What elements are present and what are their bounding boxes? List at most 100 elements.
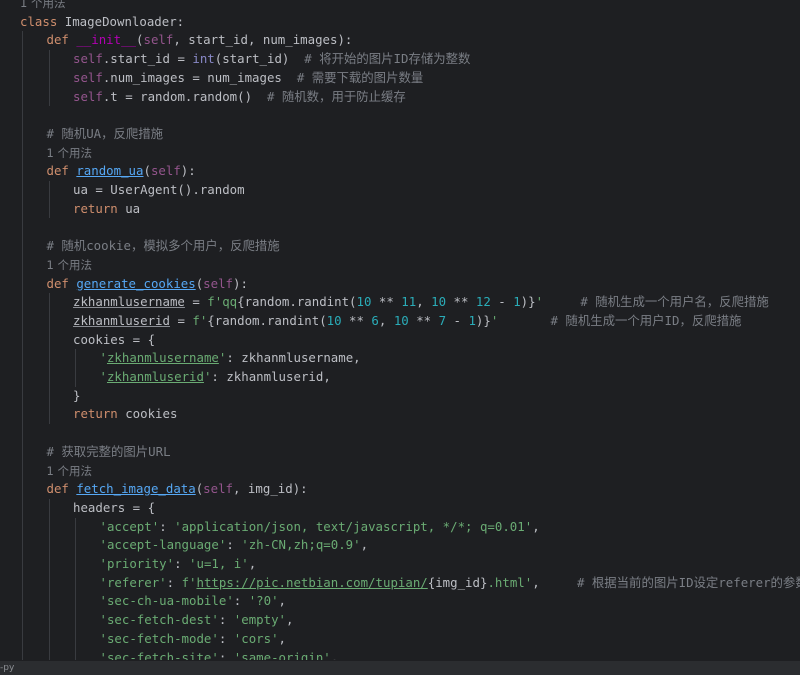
code-token: ImageDownloader [65,14,177,29]
code-token: ' [100,369,107,384]
code-token: self [73,70,103,85]
code-token: # 随机生成一个用户名，反爬措施 [580,294,768,309]
code-token: 6 [371,313,378,328]
code-token: # 需要下载的图片数量 [297,70,423,85]
code-line[interactable]: } [73,387,80,406]
code-line[interactable]: 'sec-ch-ua-mobile': '?0', [100,592,287,611]
code-token: : [174,556,189,571]
code-line[interactable]: 'sec-fetch-dest': 'empty', [100,611,294,630]
indent-guide [75,349,76,386]
code-token: f' [182,575,197,590]
code-line[interactable]: zkhanmluserid = f'{random.randint(10 ** … [73,312,741,331]
code-token: ** [409,313,439,328]
code-token: random_ua [76,163,143,178]
code-token: 10 [357,294,372,309]
code-line[interactable]: 'accept': 'application/json, text/javasc… [100,518,540,537]
code-editor[interactable]: 1 个用法class ImageDownloader:def __init__(… [0,0,800,660]
code-line[interactable]: def fetch_image_data(self, img_id): [47,480,308,499]
code-token: , [279,631,286,646]
code-line[interactable]: 'sec-fetch-mode': 'cors', [100,630,287,649]
indent-guide [49,293,50,424]
code-token: {random.randint( [207,313,326,328]
indent-guide [49,181,50,218]
code-token: .num_images = num_images [103,70,297,85]
code-token: 'u=1, i' [189,556,249,571]
indent-guide [22,31,23,660]
code-token: : zkhanmluserid, [211,369,330,384]
code-token: # 随机cookie，模拟多个用户，反爬措施 [47,238,280,253]
usage-hint[interactable]: 1 个用法 [47,146,92,160]
code-token: 'priority' [100,556,175,571]
code-token: 'sec-ch-ua-mobile' [100,593,234,608]
code-line[interactable]: 'zkhanmlusername': zkhanmlusername, [100,349,361,368]
code-token: 'sec-fetch-mode' [100,631,219,646]
code-token: cookies = { [73,332,155,347]
code-token: (start_id) [215,51,305,66]
code-token: int [192,51,214,66]
code-token: zkhanmluserid [73,313,170,328]
status-bar-filename[interactable]: -py [0,661,14,675]
usage-hint[interactable]: 1 个用法 [47,464,92,478]
code-token: = [170,313,192,328]
code-token: # 随机生成一个用户ID，反爬措施 [551,313,742,328]
code-line[interactable]: def __init__(self, start_id, num_images)… [47,31,353,50]
status-bar: -py [0,660,800,675]
code-token: 'empty' [234,612,286,627]
code-token: .start_id = [103,51,193,66]
code-token: , [331,650,338,661]
usage-hint[interactable]: 1 个用法 [20,0,65,10]
code-token: class [20,14,65,29]
code-line[interactable]: cookies = { [73,331,155,350]
code-line[interactable]: def random_ua(self): [47,162,196,181]
code-token: 10 [431,294,446,309]
code-line[interactable]: 1 个用法 [47,462,92,481]
code-token: 'cors' [234,631,279,646]
code-token: : [226,537,241,552]
code-line[interactable]: # 随机cookie，模拟多个用户，反爬措施 [47,237,280,256]
code-token: : [219,631,234,646]
code-line[interactable]: # 随机UA，反爬措施 [47,125,164,144]
code-line[interactable]: def generate_cookies(self): [47,275,248,294]
code-line[interactable]: 'sec-fetch-site': 'same-origin', [100,649,339,661]
code-token: zkhanmlusername [73,294,185,309]
code-line[interactable]: 'zkhanmluserid': zkhanmluserid, [100,368,331,387]
indent-guide [75,518,76,660]
code-line[interactable]: 'accept-language': 'zh-CN,zh;q=0.9', [100,536,369,555]
code-line[interactable]: return ua [73,200,140,219]
code-line[interactable]: class ImageDownloader: [20,13,184,32]
code-token: headers = { [73,500,155,515]
code-token: 'application/json, text/javascript, */*;… [174,519,532,534]
code-token: , img_id): [233,481,308,496]
code-token: ' [536,294,543,309]
code-line[interactable]: self.num_images = num_images # 需要下载的图片数量 [73,69,423,88]
code-token: f'qq [207,294,237,309]
code-line[interactable]: 'referer': f'https://pic.netbian.com/tup… [100,574,800,593]
code-line[interactable]: zkhanmlusername = f'qq{random.randint(10… [73,293,769,312]
code-line[interactable]: 1 个用法 [47,144,92,163]
code-token: )} [521,294,536,309]
code-line[interactable]: ua = UserAgent().random [73,181,245,200]
code-token: cookies [125,406,177,421]
code-token: .html' [487,575,532,590]
code-line[interactable]: 'priority': 'u=1, i', [100,555,257,574]
code-token: , [532,575,577,590]
code-token: 'accept-language' [100,537,227,552]
code-token: : [177,14,184,29]
code-token: 'accept' [100,519,160,534]
code-token: ua = UserAgent().random [73,182,245,197]
code-line[interactable]: 1 个用法 [20,0,65,13]
code-line[interactable]: self.start_id = int(start_id) # 将开始的图片ID… [73,50,470,69]
code-token: , [249,556,256,571]
code-line[interactable]: headers = { [73,499,155,518]
code-token: # 获取完整的图片URL [47,444,171,459]
code-line[interactable]: # 获取完整的图片URL [47,443,171,462]
code-line[interactable]: 1 个用法 [47,256,92,275]
code-token: - [491,294,513,309]
code-line[interactable]: self.t = random.random() # 随机数，用于防止缓存 [73,88,406,107]
code-token: 1 [468,313,475,328]
indent-guide [49,499,50,660]
code-token: : zkhanmlusername, [226,350,360,365]
code-token: generate_cookies [76,276,195,291]
usage-hint[interactable]: 1 个用法 [47,258,92,272]
code-line[interactable]: return cookies [73,405,177,424]
